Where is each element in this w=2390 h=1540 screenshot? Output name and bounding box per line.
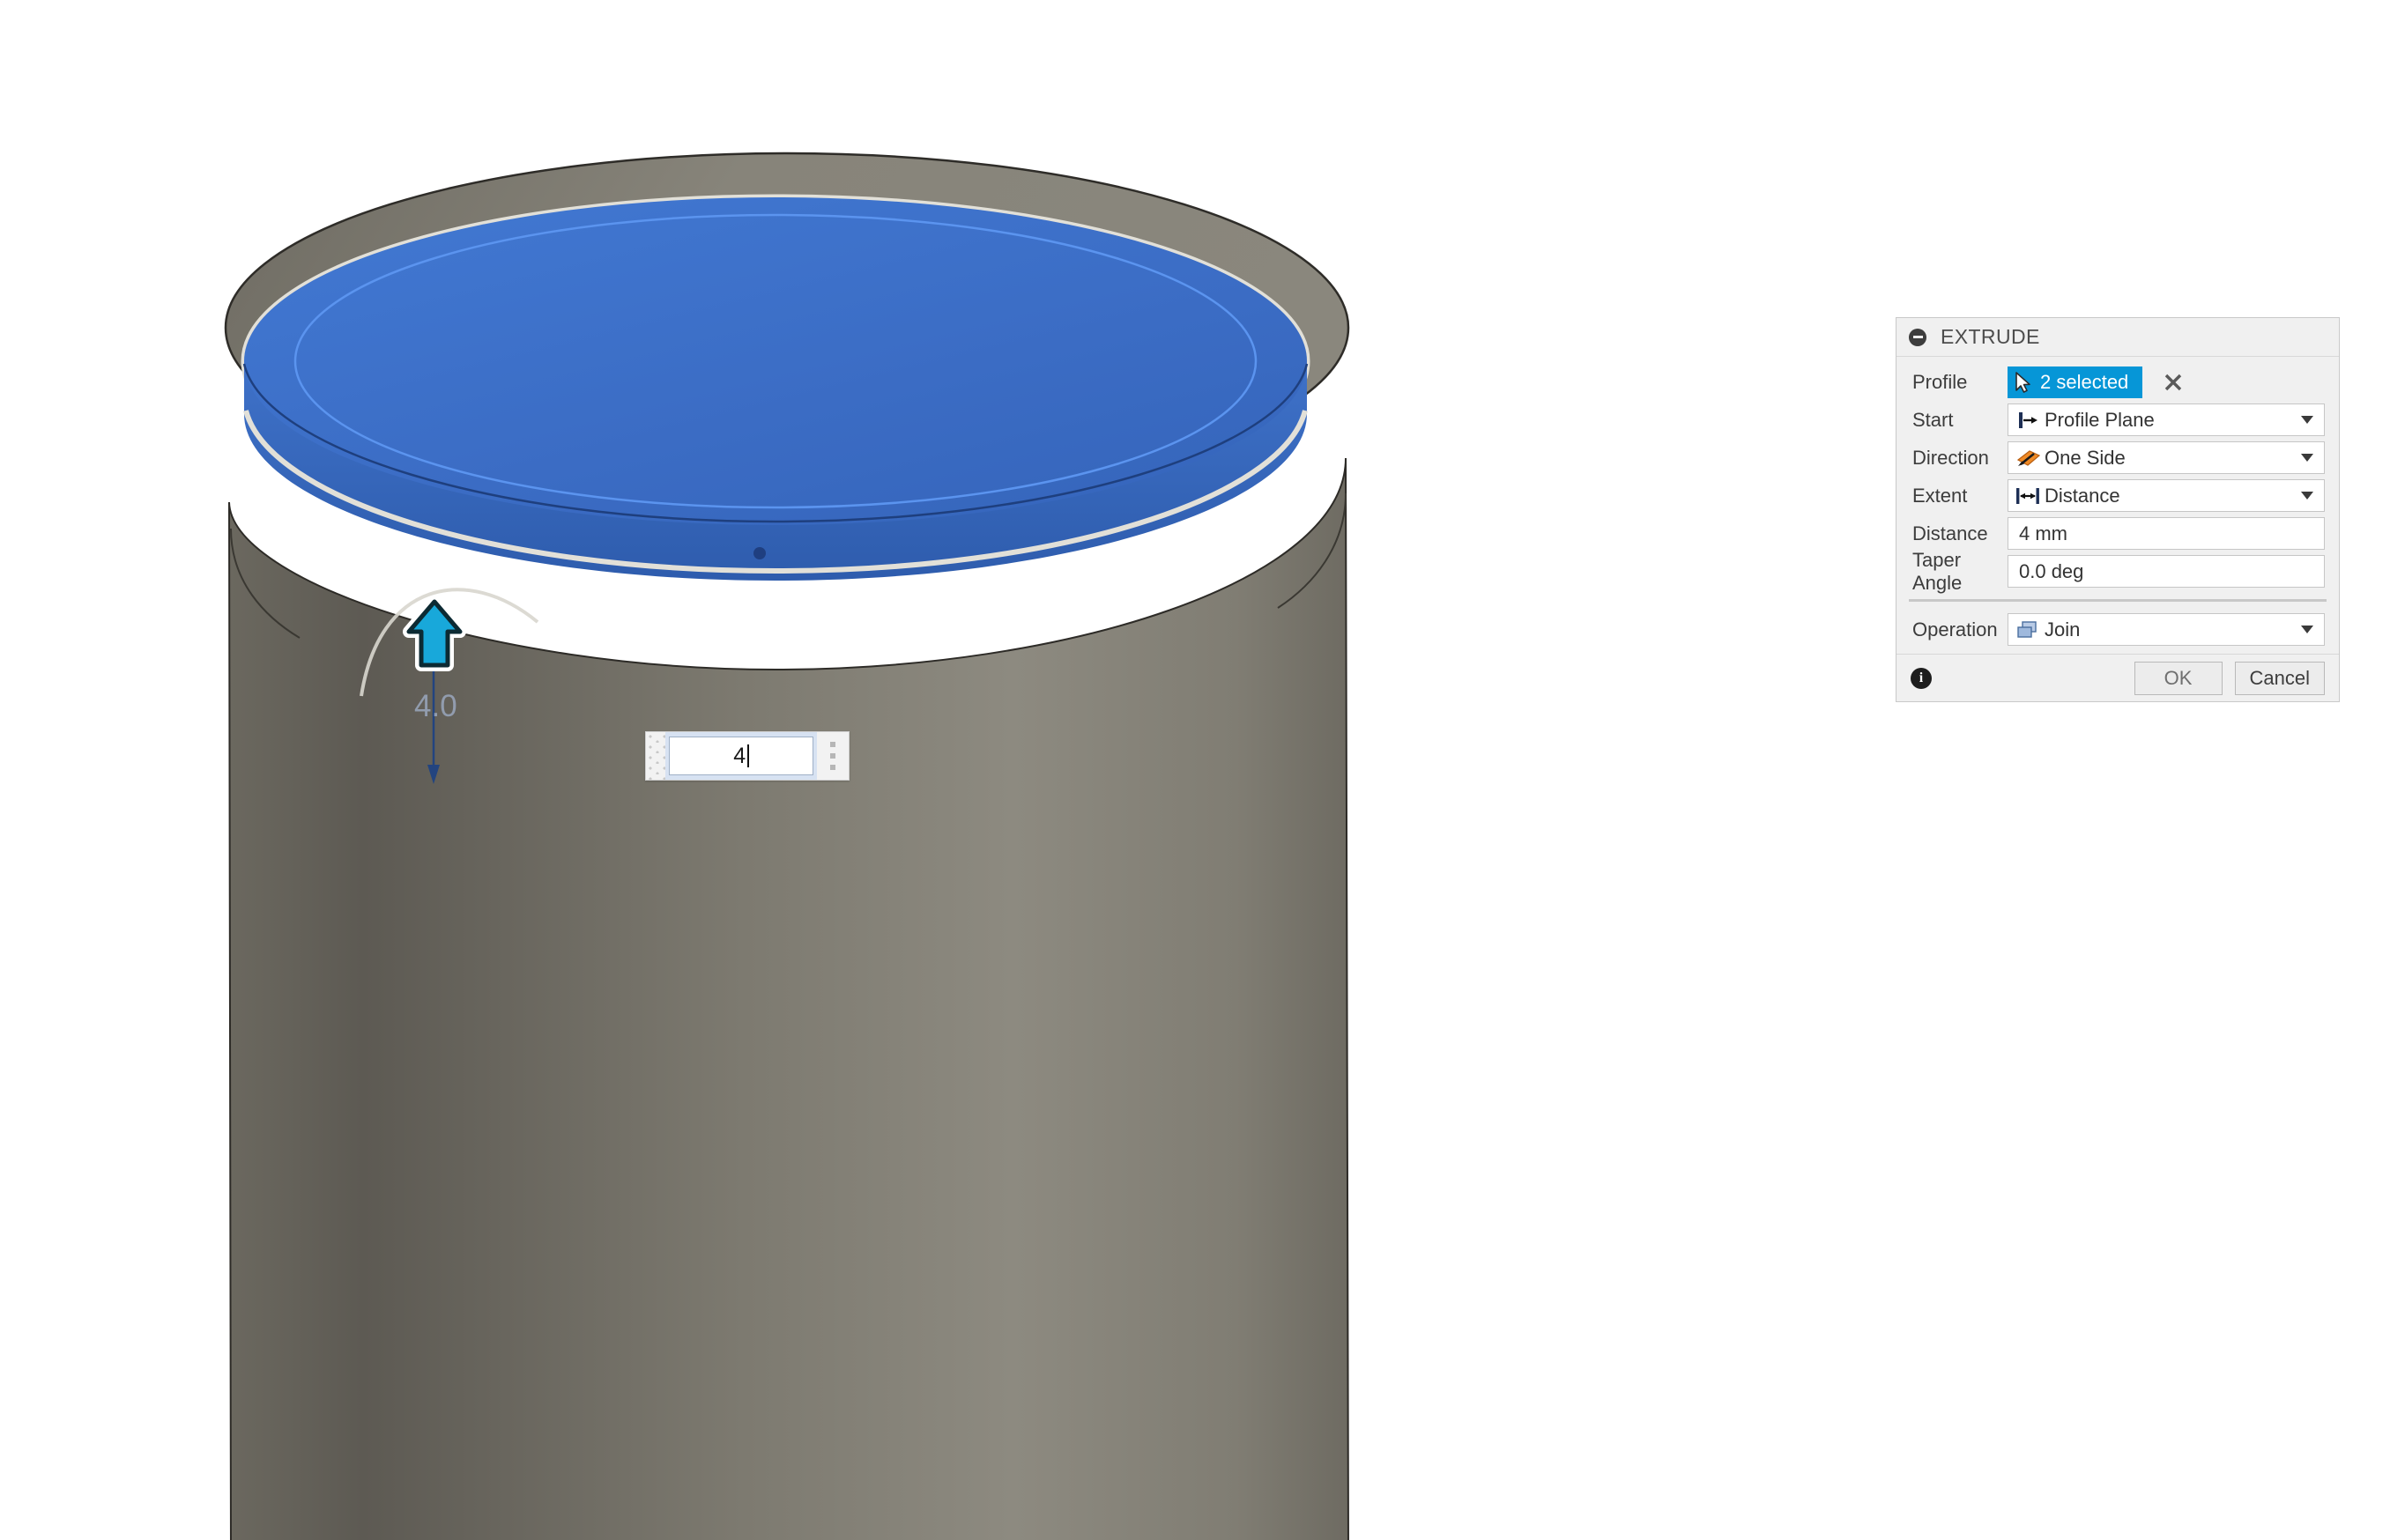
join-operation-icon	[2015, 619, 2041, 640]
sketch-center-point	[753, 547, 766, 559]
start-value: Profile Plane	[2041, 409, 2301, 432]
inline-input-field[interactable]: 4	[669, 737, 813, 775]
row-taper-angle: Taper Angle 0.0 deg	[1896, 552, 2339, 590]
distance-extent-icon	[2015, 486, 2041, 506]
distance-input[interactable]: 4 mm	[2008, 517, 2325, 550]
distance-value: 4 mm	[2015, 522, 2319, 545]
3d-viewport[interactable]: 4.0 4	[0, 0, 2390, 1540]
taper-angle-label: Taper Angle	[1912, 549, 2008, 595]
info-icon[interactable]: i	[1911, 668, 1932, 689]
chevron-down-icon[interactable]	[2301, 416, 2313, 424]
profile-plane-icon	[2015, 411, 2041, 430]
direction-value: One Side	[2041, 447, 2301, 470]
manipulator-dimension-label: 4.0	[414, 689, 457, 724]
inline-input-value: 4	[733, 744, 746, 769]
dot	[830, 742, 835, 747]
one-side-icon	[2015, 448, 2041, 469]
distance-control: 4 mm	[2008, 517, 2325, 550]
inline-distance-input[interactable]: 4	[645, 731, 850, 781]
info-glyph: i	[1919, 670, 1923, 686]
dot	[830, 765, 835, 770]
direction-control: One Side	[2008, 441, 2325, 474]
operation-control: Join	[2008, 613, 2325, 646]
operation-label: Operation	[1912, 618, 2008, 641]
extent-dropdown[interactable]: Distance	[2008, 479, 2325, 512]
profile-chip-text: 2 selected	[2040, 371, 2128, 394]
start-label: Start	[1912, 409, 2008, 432]
chevron-down-icon[interactable]	[2301, 454, 2313, 462]
close-x-icon[interactable]	[2162, 371, 2185, 394]
section-divider	[1909, 599, 2327, 602]
text-caret	[747, 744, 749, 767]
taper-angle-value: 0.0 deg	[2015, 560, 2319, 583]
inline-input-wrapper[interactable]: 4	[665, 732, 817, 780]
drag-grip[interactable]	[646, 732, 665, 780]
minus-circle-icon[interactable]	[1909, 329, 1926, 346]
cursor-arrow-icon	[2015, 372, 2031, 393]
chevron-down-icon[interactable]	[2301, 626, 2313, 633]
ok-button[interactable]: OK	[2134, 662, 2223, 695]
row-direction: Direction One Side	[1896, 439, 2339, 477]
start-control: Profile Plane	[2008, 404, 2325, 436]
dot	[830, 753, 835, 759]
cylinder-model	[0, 0, 2390, 1540]
dialog-title: EXTRUDE	[1941, 325, 2040, 349]
dialog-body: Profile 2 selected	[1896, 357, 2339, 654]
extent-value: Distance	[2041, 485, 2301, 507]
row-start: Start Profile Plane	[1896, 401, 2339, 439]
profile-control: 2 selected	[2008, 366, 2325, 398]
cancel-button[interactable]: Cancel	[2235, 662, 2325, 695]
operation-dropdown[interactable]: Join	[2008, 613, 2325, 646]
taper-angle-control: 0.0 deg	[2008, 555, 2325, 588]
direction-label: Direction	[1912, 447, 2008, 470]
extrude-arrow-manipulator[interactable]	[398, 596, 471, 676]
direction-dropdown[interactable]: One Side	[2008, 441, 2325, 474]
operation-value: Join	[2041, 618, 2301, 641]
taper-angle-input[interactable]: 0.0 deg	[2008, 555, 2325, 588]
profile-selection-chip[interactable]: 2 selected	[2008, 366, 2142, 398]
extent-label: Extent	[1912, 485, 2008, 507]
chevron-down-icon[interactable]	[2301, 492, 2313, 500]
profile-label: Profile	[1912, 371, 2008, 394]
row-distance: Distance 4 mm	[1896, 515, 2339, 552]
dialog-footer: i OK Cancel	[1896, 654, 2339, 701]
extrude-dialog[interactable]: EXTRUDE Profile 2 selected	[1896, 317, 2340, 702]
distance-label: Distance	[1912, 522, 2008, 545]
row-profile: Profile 2 selected	[1896, 363, 2339, 401]
more-options-icon[interactable]	[817, 732, 849, 780]
extent-control: Distance	[2008, 479, 2325, 512]
minus-bar	[1913, 336, 1923, 338]
dialog-titlebar[interactable]: EXTRUDE	[1896, 318, 2339, 357]
start-dropdown[interactable]: Profile Plane	[2008, 404, 2325, 436]
row-operation: Operation Join	[1896, 611, 2339, 648]
row-extent: Extent Distance	[1896, 477, 2339, 515]
